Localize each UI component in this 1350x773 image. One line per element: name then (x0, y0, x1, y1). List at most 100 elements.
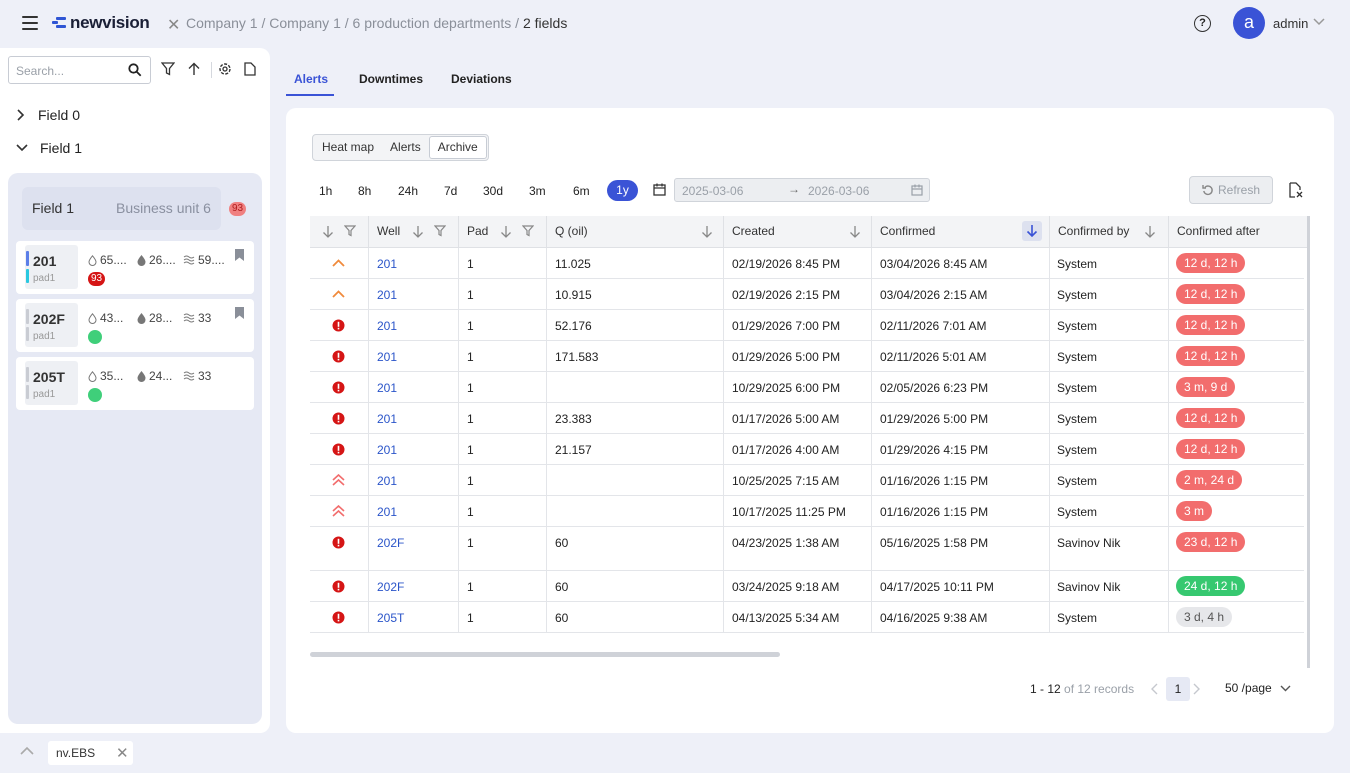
period-24h[interactable]: 24h (398, 184, 418, 198)
chevron-left-icon[interactable] (1150, 683, 1158, 695)
app-logo[interactable]: newvision (52, 12, 150, 34)
chevron-up-icon[interactable] (20, 746, 34, 755)
sort-icon[interactable] (322, 225, 334, 238)
view-alerts[interactable]: Alerts (382, 136, 429, 159)
table-row[interactable]: 201 1 23.383 01/17/2026 5:00 AM 01/29/2026 5… (310, 403, 1304, 434)
well-card[interactable]: 205T pad1 35... 24... 33 (16, 357, 254, 410)
period-30d[interactable]: 30d (483, 184, 503, 198)
well-link[interactable]: 202F (377, 536, 404, 550)
col-confirmed-by[interactable]: Confirmed by (1049, 216, 1168, 247)
chevron-down-icon (1280, 685, 1291, 691)
close-breadcrumb-icon[interactable]: ✕ (167, 15, 180, 35)
bookmark-icon[interactable] (234, 248, 245, 262)
table-row[interactable]: 205T 1 60 04/13/2025 5:34 AM 04/16/2025 9:38… (310, 602, 1304, 633)
calendar-icon[interactable] (653, 183, 666, 196)
well-link[interactable]: 201 (377, 350, 397, 364)
sort-up-icon[interactable] (187, 62, 201, 76)
table-row[interactable]: 201 1 171.583 01/29/2026 5:00 PM 02/11/2026 … (310, 341, 1304, 372)
date-from[interactable]: 2025-03-06 (682, 184, 743, 198)
document-icon[interactable] (244, 62, 256, 76)
well-link[interactable]: 201 (377, 257, 397, 271)
period-1h[interactable]: 1h (319, 184, 332, 198)
avatar[interactable]: a (1233, 7, 1265, 39)
col-pad[interactable]: Pad (458, 216, 546, 247)
period-1y[interactable]: 1y (607, 180, 638, 201)
filter-icon[interactable] (161, 62, 175, 76)
table-row[interactable]: 201 1 10/29/2025 6:00 PM 02/05/2026 6:23 PM… (310, 372, 1304, 403)
cell-divider (368, 434, 369, 464)
user-name[interactable]: admin (1273, 16, 1308, 31)
filter-icon[interactable] (344, 225, 356, 237)
col-confirmed-after[interactable]: Confirmed after (1168, 216, 1310, 247)
breadcrumb-item[interactable]: 6 production departments (353, 15, 512, 31)
period-8h[interactable]: 8h (358, 184, 371, 198)
well-link[interactable]: 201 (377, 412, 397, 426)
sort-icon[interactable] (701, 225, 713, 238)
page-size-select[interactable]: 50 /page (1225, 681, 1291, 695)
search-icon[interactable] (128, 63, 142, 77)
open-tab[interactable]: nv.EBS ✕ (48, 741, 133, 765)
col-q-oil[interactable]: Q (oil) (546, 216, 723, 247)
close-icon[interactable]: ✕ (116, 744, 129, 762)
tab-deviations[interactable]: Deviations (451, 72, 512, 86)
well-link[interactable]: 201 (377, 381, 397, 395)
horizontal-scrollbar[interactable] (310, 652, 780, 657)
well-card[interactable]: 202F pad1 43... 28... 33 (16, 299, 254, 352)
col-confirmed[interactable]: Confirmed (871, 216, 1049, 247)
vertical-scrollbar[interactable] (1307, 216, 1310, 668)
sort-icon[interactable] (500, 225, 512, 238)
refresh-button[interactable]: Refresh (1189, 176, 1273, 204)
well-link[interactable]: 201 (377, 474, 397, 488)
well-card[interactable]: 201 pad1 65.... 26.... 59.... 93 (16, 241, 254, 294)
col-well[interactable]: Well (368, 216, 458, 247)
table-row[interactable]: 201 1 21.157 01/17/2026 4:00 AM 01/29/2026 4… (310, 434, 1304, 465)
pad-cell: 1 (467, 580, 474, 594)
sort-icon[interactable] (1144, 225, 1156, 238)
tab-downtimes[interactable]: Downtimes (359, 72, 423, 86)
sort-icon[interactable] (849, 225, 861, 238)
cell-divider (458, 434, 459, 464)
tree-item-field-0[interactable]: Field 0 (16, 107, 80, 123)
breadcrumb-item[interactable]: Company 1 (186, 15, 258, 31)
period-3m[interactable]: 3m (529, 184, 546, 198)
filter-icon[interactable] (434, 225, 446, 237)
view-archive[interactable]: Archive (428, 136, 487, 159)
filter-icon[interactable] (522, 225, 534, 237)
chevron-right-icon[interactable] (1193, 683, 1201, 695)
table-row[interactable]: 201 1 10/25/2025 7:15 AM 01/16/2026 1:15 PM… (310, 465, 1304, 496)
page-button[interactable]: 1 (1166, 677, 1190, 701)
menu-icon[interactable] (22, 16, 38, 30)
help-icon[interactable]: ? (1194, 15, 1211, 32)
view-heat-map[interactable]: Heat map (314, 136, 382, 159)
tree-item-field-1[interactable]: Field 1 (16, 140, 82, 156)
period-7d[interactable]: 7d (444, 184, 457, 198)
date-to[interactable]: 2026-03-06 (808, 184, 869, 198)
table-row[interactable]: 201 1 11.025 02/19/2026 8:45 PM 03/04/2026 8… (310, 248, 1304, 279)
well-link[interactable]: 201 (377, 319, 397, 333)
table-row[interactable]: 201 1 52.176 01/29/2026 7:00 PM 02/11/2026 7… (310, 310, 1304, 341)
high-priority-icon (332, 474, 345, 486)
well-link[interactable]: 205T (377, 611, 404, 625)
date-range-picker[interactable]: 2025-03-06 → 2026-03-06 (674, 178, 930, 202)
table-row[interactable]: 201 1 10/17/2025 11:25 PM 01/16/2026 1:15 P… (310, 496, 1304, 527)
breadcrumb-item[interactable]: Company 1 (269, 15, 341, 31)
well-link[interactable]: 201 (377, 288, 397, 302)
well-link[interactable]: 201 (377, 443, 397, 457)
chevron-right-icon (17, 109, 25, 121)
bookmark-icon[interactable] (234, 306, 245, 320)
col-created[interactable]: Created (723, 216, 871, 247)
cell-divider (1168, 496, 1169, 526)
well-link[interactable]: 202F (377, 580, 404, 594)
table-row[interactable]: 202F 1 60 03/24/2025 9:18 AM 04/17/2025 10:1… (310, 571, 1304, 602)
table-row[interactable]: 202F 1 60 04/23/2025 1:38 AM 05/16/2025 1:58… (310, 527, 1304, 571)
chevron-down-icon[interactable] (1313, 18, 1325, 26)
well-link[interactable]: 201 (377, 505, 397, 519)
search-input[interactable] (16, 59, 126, 83)
clear-filter-icon[interactable] (1289, 182, 1303, 198)
sort-icon[interactable] (412, 225, 424, 238)
period-6m[interactable]: 6m (573, 184, 590, 198)
sort-active-icon[interactable] (1022, 221, 1042, 241)
tab-alerts[interactable]: Alerts (294, 72, 328, 86)
settings-icon[interactable] (218, 62, 232, 76)
table-row[interactable]: 201 1 10.915 02/19/2026 2:15 PM 03/04/2026 2… (310, 279, 1304, 310)
